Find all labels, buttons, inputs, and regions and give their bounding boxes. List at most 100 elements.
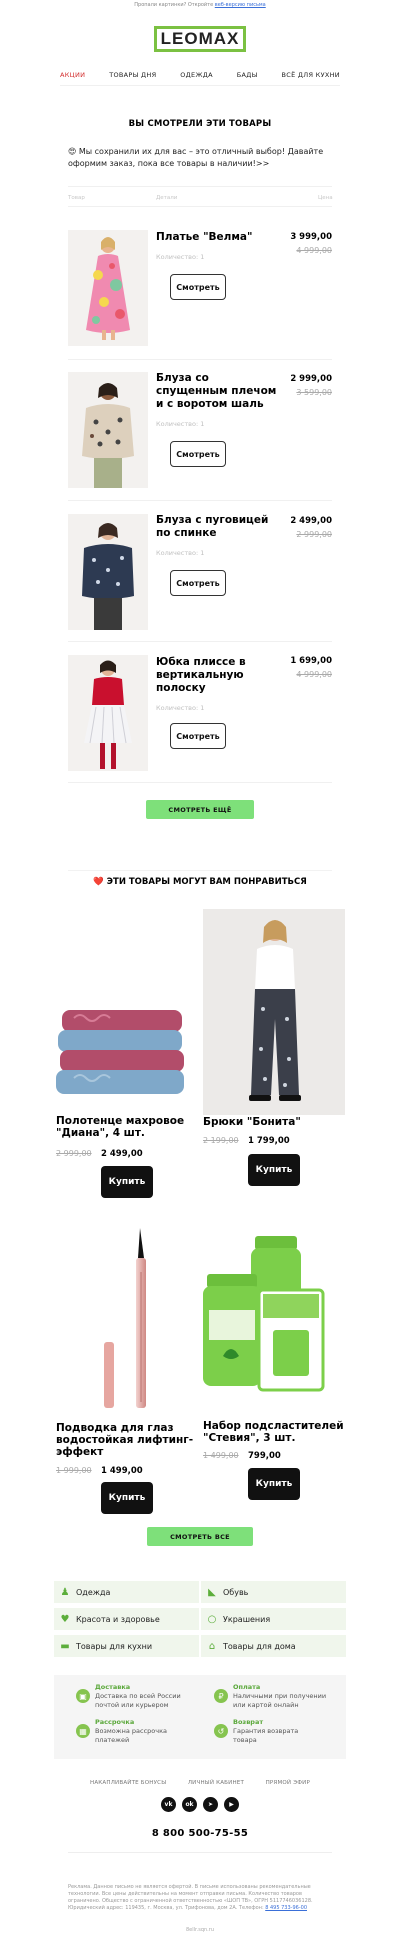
ring-icon: ○ [207,1613,217,1625]
youtube-icon[interactable]: ▶ [224,1797,239,1812]
buy-button[interactable]: Купить [248,1468,300,1500]
show-all-button[interactable]: СМОТРЕТЬ ВСЕ [147,1527,253,1546]
card-old-price: 1 499,00 [203,1451,239,1460]
divider [68,870,332,871]
card-product-name[interactable]: Подводка для глаз водостойкая лифтинг-эф… [56,1422,198,1458]
recommend-section-title: ❤️ ЭТИ ТОВАРЫ МОГУТ ВАМ ПОНРАВИТЬСЯ [93,877,307,887]
web-version-link[interactable]: веб-версию письма [215,2,266,8]
view-button[interactable]: Смотреть [170,274,226,300]
card-price: 2 499,00 [101,1149,143,1159]
product-price: 2 499,00 [290,516,332,526]
footer-link-account[interactable]: ЛИЧНЫЙ КАБИНЕТ [188,1780,244,1786]
info-title-installment: Рассрочка [95,1718,135,1726]
nav-item-deals[interactable]: ТОВАРЫ ДНЯ [109,71,156,79]
product-quantity: Количество: 1 [156,253,205,261]
category-label: Украшения [223,1614,271,1624]
category-label: Товары для кухни [76,1641,153,1651]
category-label: Одежда [76,1587,111,1597]
nav-item-kitchen[interactable]: ВСЁ ДЛЯ КУХНИ [282,71,340,79]
category-home[interactable]: ⌂ Товары для дома [201,1635,346,1657]
product-image-blouse-shawl[interactable] [68,372,148,488]
product-old-price: 4 999,00 [296,246,332,255]
ruble-icon: ₽ [214,1689,228,1703]
footer-link-bonuses[interactable]: НАКАПЛИВАЙТЕ БОНУСЫ [90,1780,166,1786]
category-jewelry[interactable]: ○ Украшения [201,1608,346,1630]
divider [68,641,332,642]
product-image-eyeliner[interactable] [54,1222,196,1420]
product-price: 1 699,00 [290,656,332,666]
divider [68,1852,332,1853]
buy-button[interactable]: Купить [248,1154,300,1186]
card-price: 1 799,00 [248,1136,290,1146]
product-image-dress[interactable] [68,230,148,346]
category-kitchen[interactable]: ▬ Товары для кухни [54,1635,199,1657]
product-old-price: 2 999,00 [296,530,332,539]
view-button[interactable]: Смотреть [170,570,226,596]
card-product-name[interactable]: Набор подсластителей "Стевия", 3 шт. [203,1420,345,1444]
product-old-price: 4 999,00 [296,670,332,679]
product-image-towel[interactable] [54,1000,196,1110]
legal-phone-link[interactable]: 8 495 733-96-00 [265,1905,307,1911]
house-icon: ⌂ [208,1640,216,1652]
pot-icon: ▬ [60,1640,70,1652]
divider [68,206,332,207]
product-price: 3 999,00 [290,232,332,242]
info-title-delivery: Доставка [95,1683,131,1691]
footer-link-live[interactable]: ПРЯМОЙ ЭФИР [266,1780,310,1786]
divider [68,782,332,783]
preheader: Пропали картинки? Откройте веб-версию пи… [0,2,400,8]
product-image-stevia[interactable] [203,1230,345,1402]
product-name[interactable]: Блуза со спущенным плечом и с воротом ша… [156,372,281,411]
divider [68,500,332,501]
divider [60,85,340,86]
column-header-product: Товар [68,195,85,201]
card-product-name[interactable]: Брюки "Бонита" [203,1116,345,1128]
card-old-price: 2 199,00 [203,1136,239,1145]
divider [68,359,332,360]
category-clothing[interactable]: ♟ Одежда [54,1581,199,1603]
category-beauty-health[interactable]: ♥ Красота и здоровье [54,1608,199,1630]
preheader-text: Пропали картинки? Откройте [134,2,215,8]
view-button[interactable]: Смотреть [170,723,226,749]
telegram-icon[interactable]: ➤ [203,1797,218,1812]
box-icon: ▣ [76,1689,90,1703]
product-name[interactable]: Платье "Велма" [156,231,281,244]
shoe-icon: ◣ [208,1586,216,1598]
product-price: 2 999,00 [290,374,332,384]
card-old-price: 2 999,00 [56,1149,92,1158]
product-image-blouse-button[interactable] [68,514,148,630]
card-product-name[interactable]: Полотенце махровое "Диана", 4 шт. [56,1115,198,1139]
divider [68,186,332,187]
phone-number[interactable]: 8 800 500-75-55 [0,1828,400,1839]
viewed-intro-text: 😍 Мы сохранили их для вас – это отличный… [68,147,324,168]
show-more-button[interactable]: СМОТРЕТЬ ЕЩЁ [146,800,254,819]
product-name[interactable]: Юбка плиссе в вертикальную полоску [156,656,281,695]
product-image-skirt[interactable] [68,655,148,771]
nav-item-promotions[interactable]: АКЦИИ [60,71,85,79]
card-price: 1 499,00 [101,1466,143,1476]
vk-icon[interactable]: vk [161,1797,176,1812]
product-image-pants[interactable] [203,909,345,1115]
product-quantity: Количество: 1 [156,704,205,712]
logo[interactable]: LEOMAX [154,26,246,52]
product-name[interactable]: Блуза с пуговицей по спинке [156,514,281,540]
odnoklassniki-icon[interactable]: ok [182,1797,197,1812]
calendar-icon: ▦ [76,1724,90,1738]
category-label: Товары для дома [223,1641,296,1651]
dress-icon: ♟ [60,1586,70,1598]
buy-button[interactable]: Купить [101,1482,153,1514]
category-shoes[interactable]: ◣ Обувь [201,1581,346,1603]
return-icon: ↺ [214,1724,228,1738]
view-button[interactable]: Смотреть [170,441,226,467]
card-old-price: 1 999,00 [56,1466,92,1475]
info-title-payment: Оплата [233,1683,261,1691]
nav-item-clothing[interactable]: ОДЕЖДА [180,71,213,79]
social-links: vk ok ➤ ▶ [161,1797,239,1812]
info-text-payment: Наличными при получении или картой онлай… [233,1692,327,1709]
site-address[interactable]: 8ellr.sqn.ru [0,1927,400,1933]
nav-item-supplements[interactable]: БАДЫ [237,71,258,79]
product-quantity: Количество: 1 [156,420,205,428]
buy-button[interactable]: Купить [101,1166,153,1198]
info-text-delivery: Доставка по всей России почтой или курье… [95,1692,181,1709]
card-price: 799,00 [248,1451,281,1461]
